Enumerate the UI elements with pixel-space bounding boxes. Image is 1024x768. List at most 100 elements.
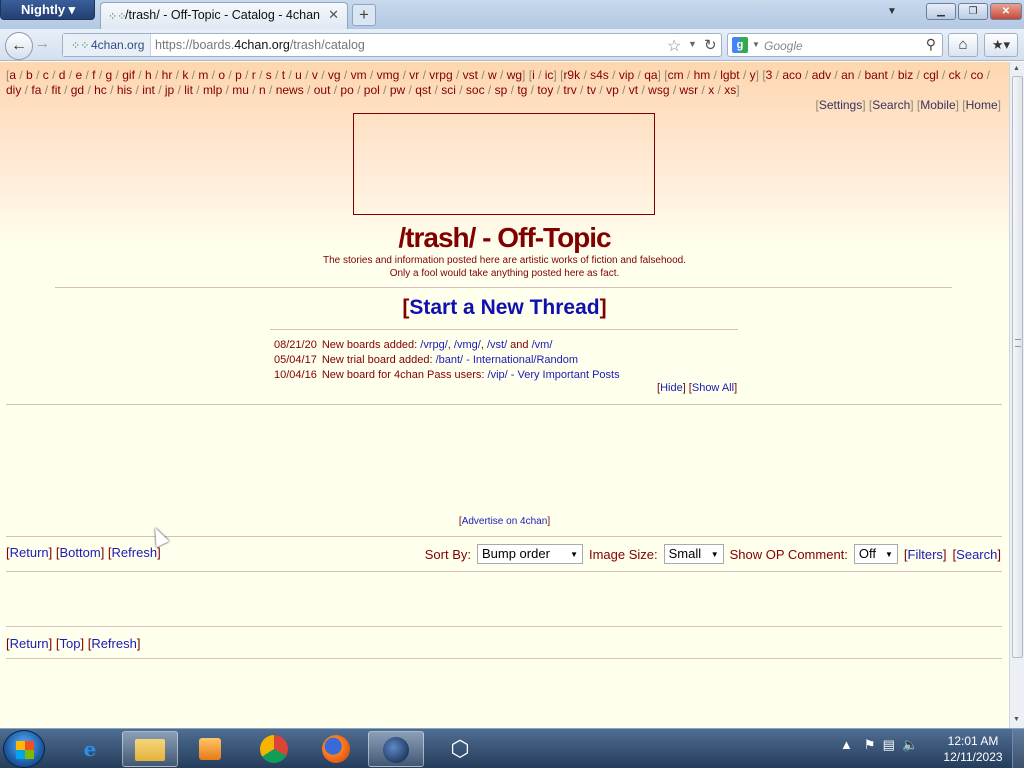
board-link-ic[interactable]: ic [545,68,554,82]
board-link-vrpg[interactable]: vrpg [429,68,452,82]
board-link-c[interactable]: c [43,68,49,82]
board-link-k[interactable]: k [182,68,188,82]
board-link-sci[interactable]: sci [441,83,456,97]
board-link-lit[interactable]: lit [184,83,193,97]
board-link-h[interactable]: h [145,68,152,82]
news-board-link[interactable]: /vst/ [487,339,507,351]
minimize-button[interactable]: ▁ [926,3,956,20]
board-link-o[interactable]: o [218,68,225,82]
board-link-news[interactable]: news [276,83,304,97]
board-link-fa[interactable]: fa [31,83,41,97]
board-link-mlp[interactable]: mlp [203,83,222,97]
settings-link[interactable]: Settings [819,98,862,112]
board-link-vst[interactable]: vst [463,68,478,82]
board-link-s[interactable]: s [266,68,272,82]
search-input[interactable]: Google [764,39,803,53]
board-link-tg[interactable]: tg [517,83,527,97]
return-link[interactable]: Return [10,545,49,560]
board-link-fit[interactable]: fit [51,83,60,97]
board-link-gif[interactable]: gif [122,68,135,82]
board-link-lgbt[interactable]: lgbt [720,68,739,82]
bookmarks-button[interactable]: ★▾ [984,33,1018,57]
board-link-out[interactable]: out [314,83,331,97]
board-link-hm[interactable]: hm [694,68,711,82]
image-size-select[interactable]: Small ▼ [663,544,724,564]
bottom-link[interactable]: Bottom [60,545,101,560]
volume-icon[interactable]: 🔈 [902,737,918,752]
back-button[interactable]: ← [5,32,33,60]
bookmark-star-icon[interactable]: ☆ [667,36,681,56]
firefox-icon[interactable] [308,731,364,767]
board-link-s4s[interactable]: s4s [590,68,609,82]
board-link-gd[interactable]: gd [71,83,84,97]
clock[interactable]: 12:01 AM 12/11/2023 [940,733,1006,765]
network-icon[interactable]: ▤ [883,737,895,752]
active-tab[interactable]: ⁘⁘ /trash/ - Off-Topic - Catalog - 4chan… [100,2,348,29]
sort-select[interactable]: Bump order ▼ [476,544,583,564]
board-link-a[interactable]: a [9,68,16,82]
board-link-p[interactable]: p [235,68,242,82]
top-link[interactable]: Top [60,636,81,651]
board-link-toy[interactable]: toy [537,83,553,97]
home-link[interactable]: Home [966,98,998,112]
board-link-qst[interactable]: qst [415,83,431,97]
board-link-bant[interactable]: bant [864,68,887,82]
action-center-flag-icon[interactable]: ⚑ [864,737,876,752]
board-link-vp[interactable]: vp [606,83,619,97]
board-link-co[interactable]: co [971,68,984,82]
board-link-m[interactable]: m [198,68,208,82]
board-link-y[interactable]: y [750,68,756,82]
app-menu-button[interactable]: Nightly ▾ [0,0,95,20]
media-player-icon[interactable] [182,731,238,767]
board-link-vg[interactable]: vg [328,68,341,82]
search-engine-dropdown-icon[interactable]: ▼ [752,40,760,49]
board-link-xs[interactable]: xs [724,83,736,97]
maximize-button[interactable]: ❐ [958,3,988,20]
board-link-wg[interactable]: wg [507,68,522,82]
news-board-link[interactable]: /vmg/ [454,339,481,351]
board-link-g[interactable]: g [106,68,113,82]
show-all-news-link[interactable]: Show All [692,382,734,394]
board-link-adv[interactable]: adv [812,68,831,82]
list-tabs-icon[interactable]: ▼ [887,6,897,17]
chrome-icon[interactable] [246,731,302,767]
reload-icon[interactable]: ↻ [704,36,717,54]
board-link-pw[interactable]: pw [390,83,405,97]
board-link-f[interactable]: f [92,68,95,82]
board-link-soc[interactable]: soc [466,83,485,97]
board-link-cm[interactable]: cm [668,68,684,82]
site-identity-button[interactable]: ⁘⁘ 4chan.org [63,34,152,56]
board-link-i[interactable]: i [532,68,535,82]
board-link-trv[interactable]: trv [563,83,576,97]
board-link-tv[interactable]: tv [587,83,596,97]
search-icon[interactable]: ⚲ [926,36,936,53]
ad-banner[interactable] [353,113,655,215]
news-board-link[interactable]: /vm/ [532,339,553,351]
url-history-dropdown-icon[interactable]: ▼ [688,39,697,49]
board-link-sp[interactable]: sp [495,83,508,97]
close-window-button[interactable]: ✕ [990,3,1022,20]
search-bar[interactable]: g ▼ Google ⚲ [727,33,943,57]
board-link-d[interactable]: d [59,68,66,82]
board-link-r9k[interactable]: r9k [563,68,580,82]
home-button[interactable]: ⌂ [948,33,978,57]
board-link-3[interactable]: 3 [766,68,773,82]
scroll-up-icon[interactable]: ▲ [1013,65,1020,72]
news-board-link[interactable]: /vrpg/ [420,339,448,351]
board-link-hr[interactable]: hr [162,68,173,82]
board-link-pol[interactable]: pol [364,83,380,97]
board-link-t[interactable]: t [282,68,285,82]
news-board-link[interactable]: /bant/ - International/Random [436,354,578,366]
search-link[interactable]: Search [872,98,910,112]
unity-hub-icon[interactable]: ⬡ [432,731,488,767]
board-link-vmg[interactable]: vmg [377,68,400,82]
board-link-r[interactable]: r [252,68,256,82]
board-link-wsg[interactable]: wsg [648,83,669,97]
board-link-biz[interactable]: biz [898,68,913,82]
nightly-browser-icon[interactable] [368,731,424,767]
search-link[interactable]: Search [956,547,997,562]
return-link[interactable]: Return [10,636,49,651]
board-link-int[interactable]: int [142,83,155,97]
vertical-scrollbar[interactable]: ▲ ▼ [1009,62,1024,728]
board-link-jp[interactable]: jp [165,83,174,97]
